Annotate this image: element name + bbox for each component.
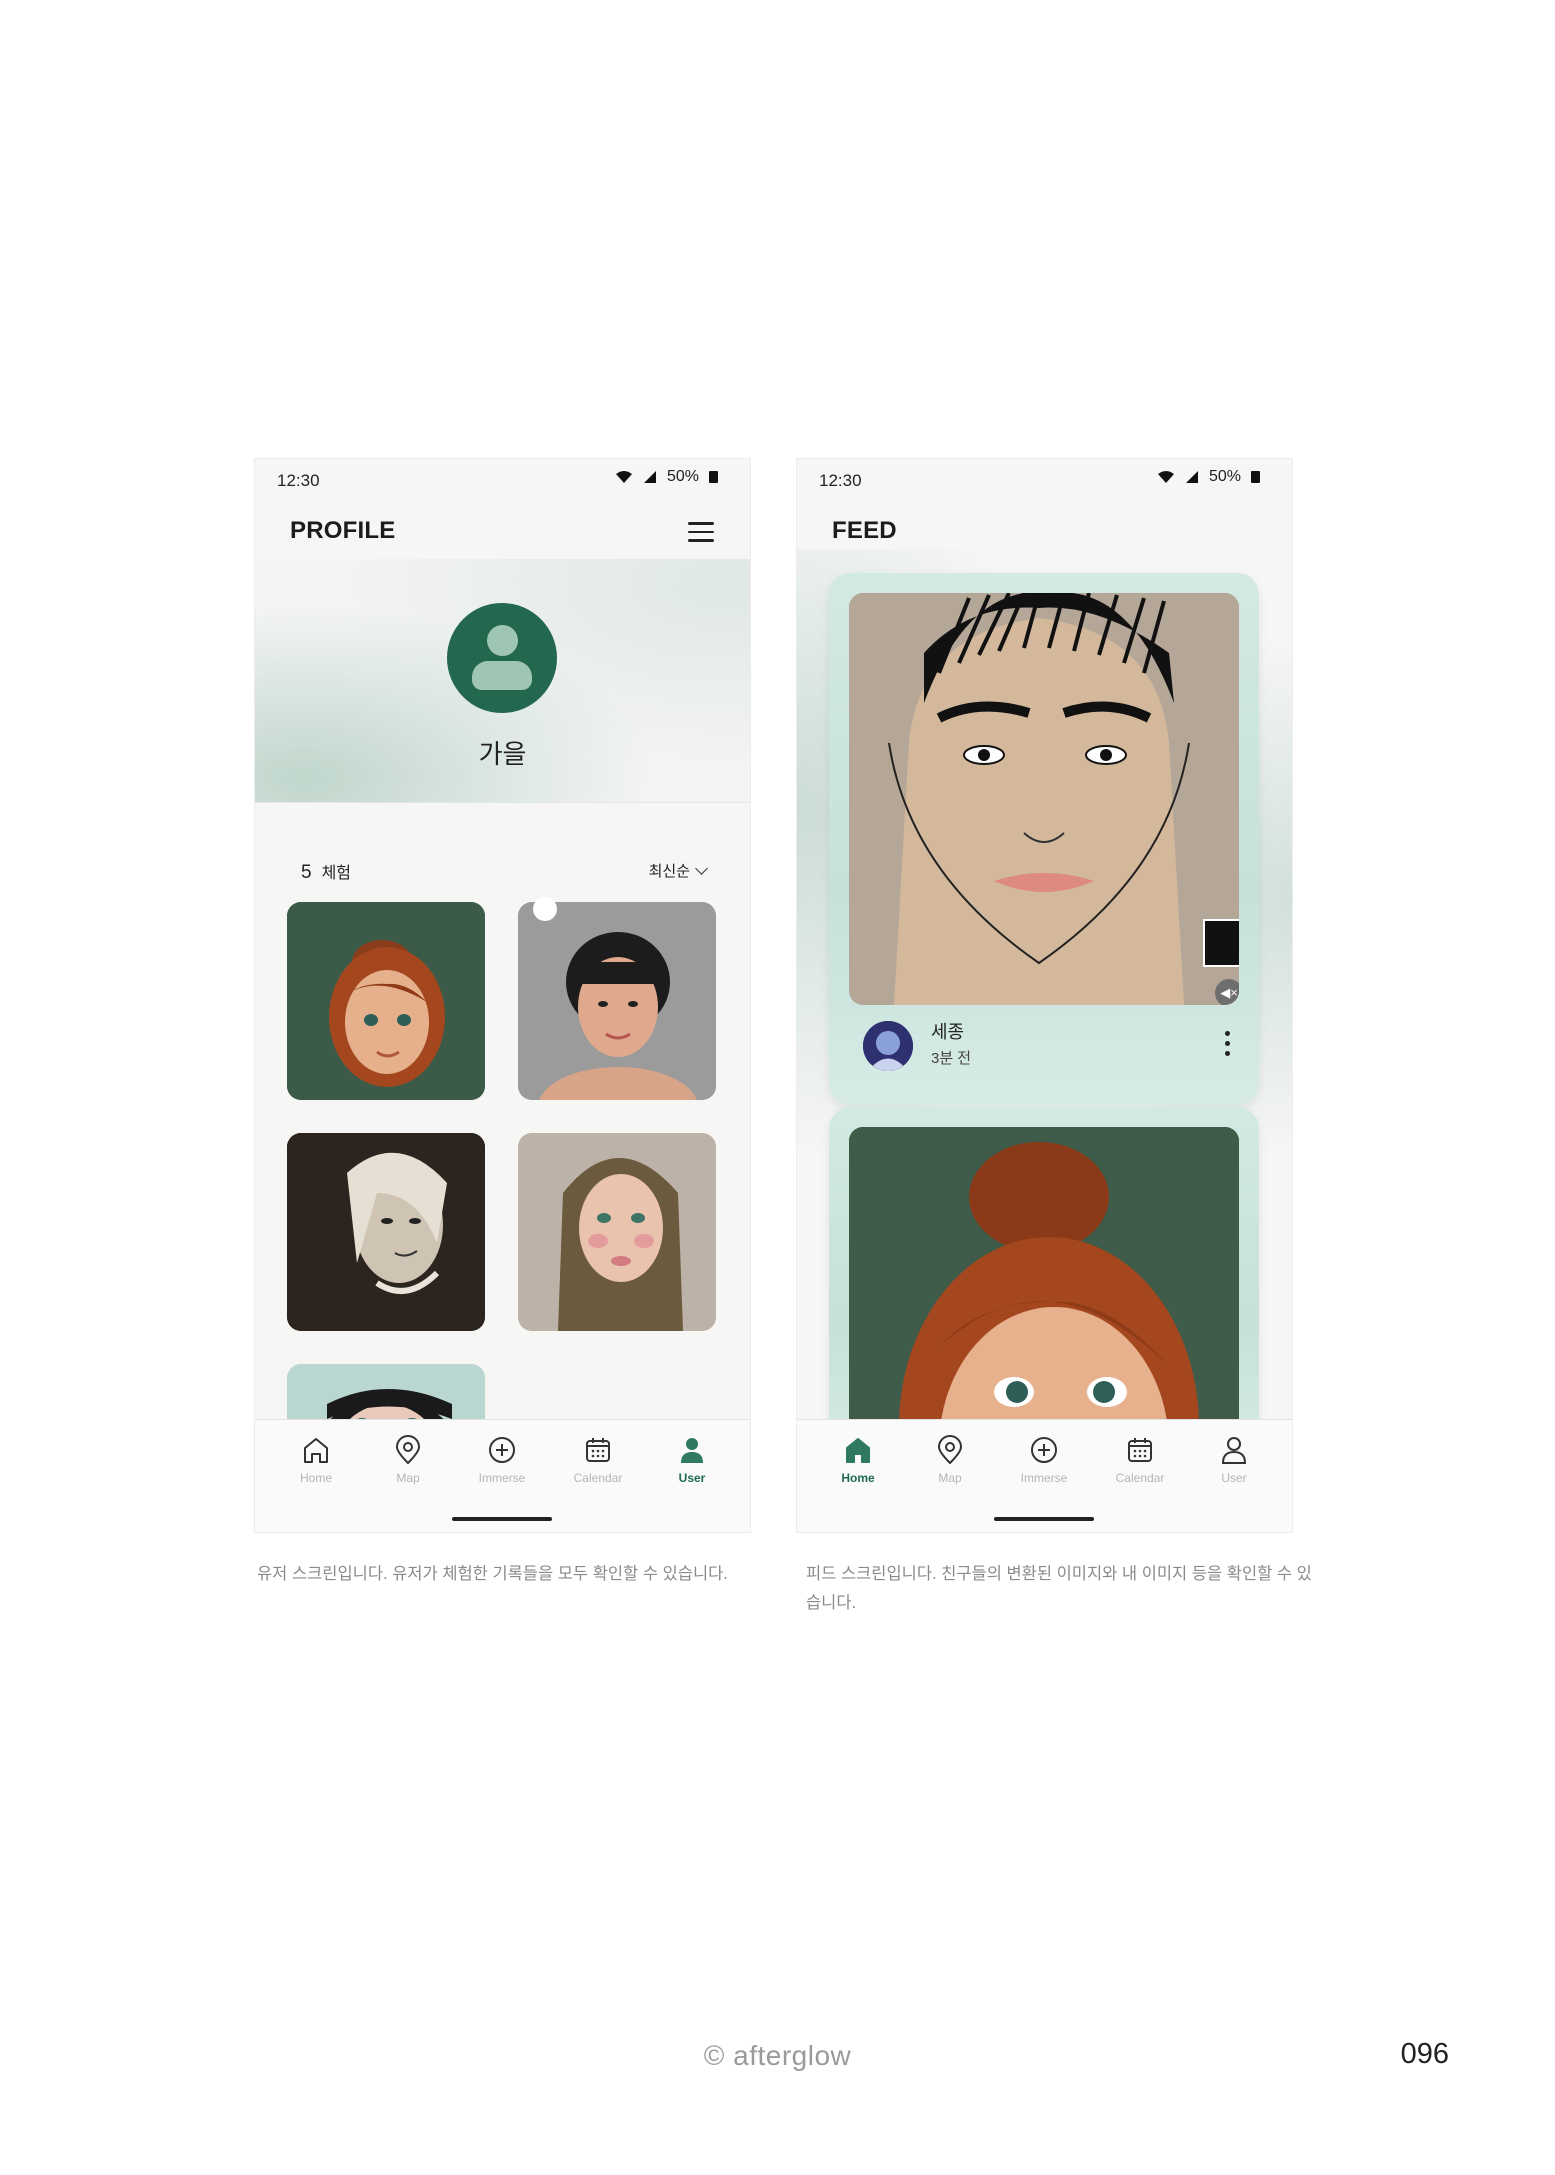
signal-icon <box>1185 471 1198 483</box>
nav-user[interactable]: User <box>657 1435 727 1485</box>
photo-portrait-image <box>518 902 716 1100</box>
nav-map[interactable]: Map <box>373 1435 443 1485</box>
profile-name: 가을 <box>478 739 527 769</box>
chevron-down-icon <box>695 861 708 875</box>
home-indicator <box>994 1517 1094 1521</box>
post-author-name[interactable]: 세종 <box>931 1018 964 1044</box>
nav-immerse[interactable]: Immerse <box>1009 1435 1079 1485</box>
avatar[interactable] <box>447 603 557 713</box>
nav-home-label: Home <box>841 1471 875 1485</box>
experience-count-label: 체험 <box>321 865 352 882</box>
caption-profile: 유저 스크린입니다. 유저가 체험한 기록들을 모두 확인할 수 있습니다. <box>257 1565 728 1583</box>
map-pin-icon <box>395 1435 421 1465</box>
experience-thumbnail[interactable] <box>518 1133 716 1331</box>
signal-icon <box>643 471 656 483</box>
nav-immerse-label: Immerse <box>478 1471 526 1485</box>
caption-feed: 피드 스크린입니다. 친구들의 변환된 이미지와 내 이미지 등을 확인할 수 … <box>806 1565 1312 1612</box>
home-indicator <box>452 1517 552 1521</box>
status-time: 12:30 <box>277 471 320 490</box>
user-icon <box>487 625 518 656</box>
nav-immerse[interactable]: Immerse <box>467 1435 537 1485</box>
map-pin-icon <box>937 1435 963 1465</box>
user-avatar-image <box>863 1021 913 1071</box>
nav-home-label: Home <box>299 1471 332 1485</box>
more-options-icon[interactable] <box>1225 1031 1231 1061</box>
line-art-portrait-image <box>849 593 1239 1005</box>
sketch-portrait-image <box>287 1133 485 1331</box>
user-icon <box>681 1438 703 1463</box>
user-icon <box>1221 1437 1247 1464</box>
badge-icon <box>533 897 557 921</box>
page-number: 096 <box>1400 2038 1449 2070</box>
profile-screen: 12:30 50% PROFILE 가을 5 체험 최신순 Home Map I… <box>255 459 750 1532</box>
feed-post-card[interactable]: ◀× 세종 3분 전 <box>829 573 1259 1105</box>
page-title: FEED <box>832 517 897 544</box>
bottom-nav: Home Map Immerse Calendar User <box>797 1419 1292 1532</box>
nav-calendar-label: Calendar <box>1115 1471 1165 1485</box>
nav-immerse-label: Immerse <box>1020 1471 1068 1485</box>
copyright-text: © afterglow <box>703 2040 852 2071</box>
nav-user[interactable]: User <box>1199 1435 1269 1485</box>
wifi-icon <box>1157 471 1174 483</box>
feed-post-card[interactable] <box>829 1107 1259 1487</box>
nav-user-label: User <box>678 1471 706 1485</box>
plus-circle-icon <box>489 1437 515 1463</box>
experience-count: 5 체험 <box>301 859 351 884</box>
profile-header: 가을 <box>255 559 750 803</box>
nav-home[interactable]: Home <box>823 1435 893 1485</box>
nav-calendar-label: Calendar <box>573 1471 623 1485</box>
battery-percent: 50% <box>1208 468 1241 485</box>
nav-map-label: Map <box>396 1471 420 1485</box>
nav-calendar[interactable]: Calendar <box>1105 1435 1175 1485</box>
experience-count-number: 5 <box>301 862 312 883</box>
wifi-icon <box>615 471 632 483</box>
battery-percent: 50% <box>666 468 699 485</box>
page-title: PROFILE <box>290 517 396 544</box>
post-timestamp: 3분 전 <box>931 1050 972 1067</box>
status-bar: 12:30 50% <box>255 459 750 499</box>
nav-map[interactable]: Map <box>915 1435 985 1485</box>
battery-icon <box>1251 471 1260 483</box>
experience-thumbnail[interactable] <box>287 902 485 1100</box>
avatar[interactable] <box>863 1021 913 1071</box>
status-time: 12:30 <box>819 471 862 490</box>
home-icon <box>846 1438 870 1463</box>
experience-thumbnail[interactable] <box>287 1133 485 1331</box>
calendar-icon <box>586 1438 610 1462</box>
sort-label: 최신순 <box>648 863 690 880</box>
calendar-icon <box>1128 1438 1152 1462</box>
mute-icon[interactable]: ◀× <box>1215 979 1239 1005</box>
nav-user-label: User <box>1221 1471 1247 1485</box>
battery-icon <box>709 471 718 483</box>
status-bar: 12:30 50% <box>797 459 1292 499</box>
nav-home[interactable]: Home <box>281 1435 351 1485</box>
experience-thumbnail[interactable] <box>518 902 716 1100</box>
feed-post-image[interactable]: ◀× <box>849 593 1239 1005</box>
nav-map-label: Map <box>938 1471 962 1485</box>
hamburger-menu-icon[interactable] <box>688 522 714 542</box>
bottom-nav: Home Map Immerse Calendar User <box>255 1419 750 1532</box>
nav-calendar[interactable]: Calendar <box>563 1435 633 1485</box>
original-photo-thumbnail[interactable] <box>1203 919 1239 967</box>
home-icon <box>304 1438 328 1463</box>
plus-circle-icon <box>1031 1437 1057 1463</box>
sort-dropdown[interactable]: 최신순 <box>648 860 708 881</box>
feed-screen: 12:30 50% FEED ◀× 세종 3분 전 Home Map Immer… <box>797 459 1292 1532</box>
illustrated-portrait-image <box>518 1133 716 1331</box>
cartoon-portrait-image <box>287 902 485 1100</box>
